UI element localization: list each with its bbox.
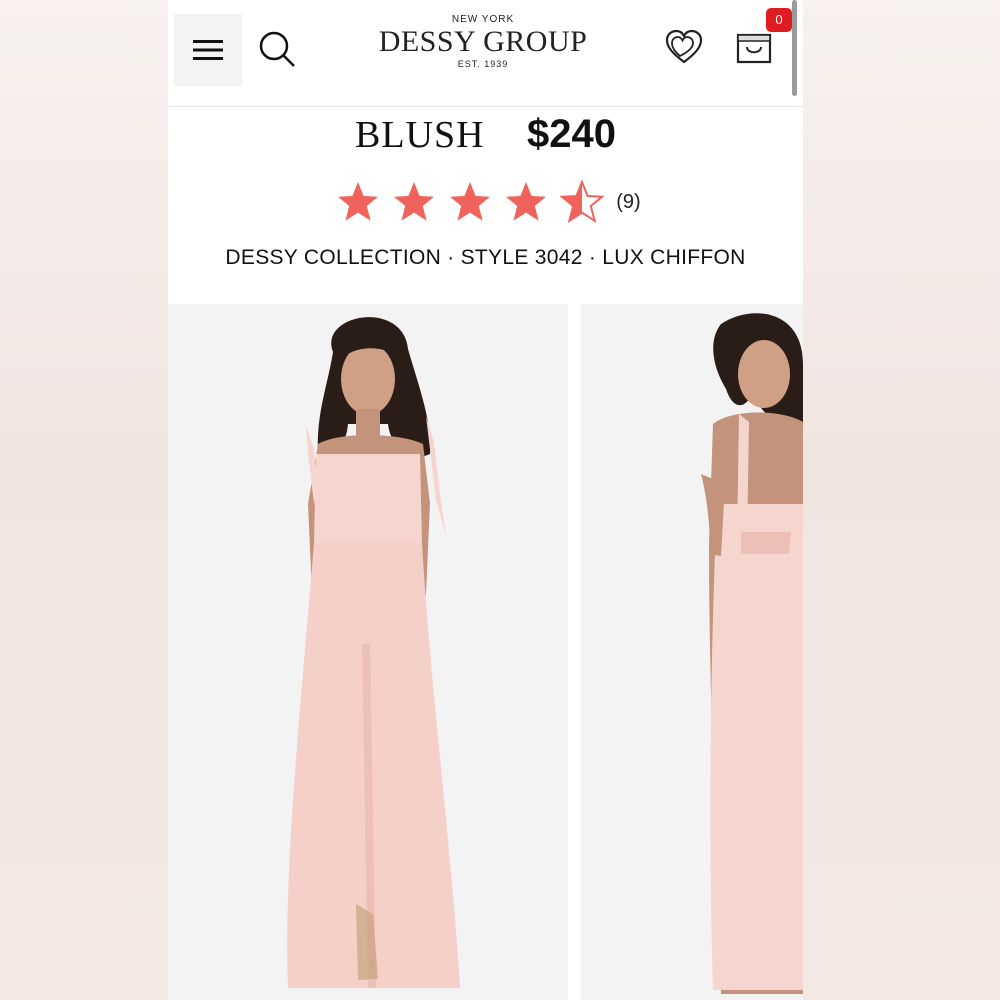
logo-established: EST. 1939 (457, 59, 509, 69)
site-header: NEW YORK DESSY GROUP EST. 1939 0 (168, 0, 803, 107)
product-page: NEW YORK DESSY GROUP EST. 1939 0 BLUSH $… (168, 0, 803, 1000)
price: $240 (527, 112, 616, 156)
scrollbar[interactable] (792, 0, 797, 96)
product-photo-front[interactable] (168, 304, 568, 1000)
background-blur-left (0, 0, 168, 1000)
heart-icon[interactable] (664, 28, 704, 68)
star-icon (450, 182, 491, 221)
background-blur-right (803, 0, 1000, 1000)
search-icon[interactable] (256, 28, 298, 70)
shopping-bag-icon[interactable] (734, 26, 774, 66)
product-title-row: BLUSH $240 (168, 112, 803, 157)
menu-button[interactable] (174, 14, 242, 86)
half-star-icon (560, 180, 605, 224)
logo-wordmark: DESSY GROUP (378, 25, 588, 58)
star-rating[interactable]: (9) (168, 180, 803, 224)
model-back-image (581, 304, 803, 1000)
menu-icon (193, 40, 223, 60)
product-photo-back[interactable] (581, 304, 803, 1000)
model-front-image (168, 304, 568, 1000)
star-icon (506, 182, 547, 221)
dessy-group-logo[interactable]: NEW YORK DESSY GROUP EST. 1939 (368, 14, 598, 69)
star-icon (338, 182, 379, 221)
review-count[interactable]: (9) (616, 191, 640, 214)
cart-count-badge: 0 (766, 8, 792, 32)
color-name: BLUSH (354, 114, 485, 156)
logo-tagline: NEW YORK (451, 14, 515, 25)
product-meta: DESSY COLLECTION · STYLE 3042 · LUX CHIF… (225, 246, 746, 269)
product-gallery (168, 304, 803, 1000)
star-icon (394, 182, 435, 221)
